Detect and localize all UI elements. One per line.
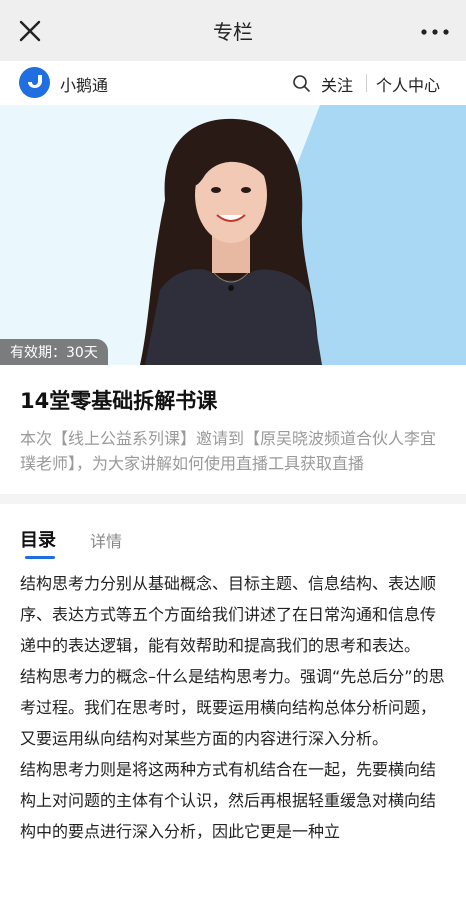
catalog-content: 结构思考力分别从基础概念、目标主题、信息结构、表达顺序、表达方式等五个方面给我们… <box>20 568 450 847</box>
xiaoetong-logo-icon <box>19 67 50 98</box>
course-description: 本次【线上公益系列课】邀请到【原吴晓波频道合伙人李宜璞老师】，为大家讲解如何使用… <box>20 429 437 473</box>
tab-catalog[interactable]: 目录 <box>20 526 56 552</box>
follow-button[interactable]: 关注 <box>321 72 353 96</box>
section-separator <box>0 494 466 504</box>
tab-details[interactable]: 详情 <box>90 528 122 552</box>
more-icon[interactable] <box>420 22 450 42</box>
content-paragraph: 结构思考力的概念–什么是结构思考力。强调“先总后分”的思考过程。我们在思考时，既… <box>20 667 445 748</box>
search-icon[interactable] <box>292 74 311 93</box>
page-title: 专栏 <box>213 20 253 44</box>
personal-center-link[interactable]: 个人中心 <box>376 72 440 96</box>
content-paragraph: 结构思考力则是将这两种方式有机结合在一起，先要横向结构上对问题的主体有个认识，然… <box>20 760 437 841</box>
active-tab-indicator <box>25 556 55 559</box>
brand-name[interactable]: 小鹅通 <box>60 72 108 96</box>
tab-bar: 目录 详情 <box>0 504 466 562</box>
validity-badge: 有效期：30天 <box>0 339 108 365</box>
cover-illustration <box>140 105 466 365</box>
divider <box>366 74 367 92</box>
course-title: 14堂零基础拆解书课 <box>20 389 218 413</box>
top-nav-bar: 专栏 <box>0 0 466 61</box>
brand-bar: 小鹅通 关注 个人中心 <box>0 61 466 105</box>
content-paragraph: 结构思考力分别从基础概念、目标主题、信息结构、表达顺序、表达方式等五个方面给我们… <box>20 574 437 655</box>
course-cover-image[interactable]: 有效期：30天 <box>0 105 466 365</box>
